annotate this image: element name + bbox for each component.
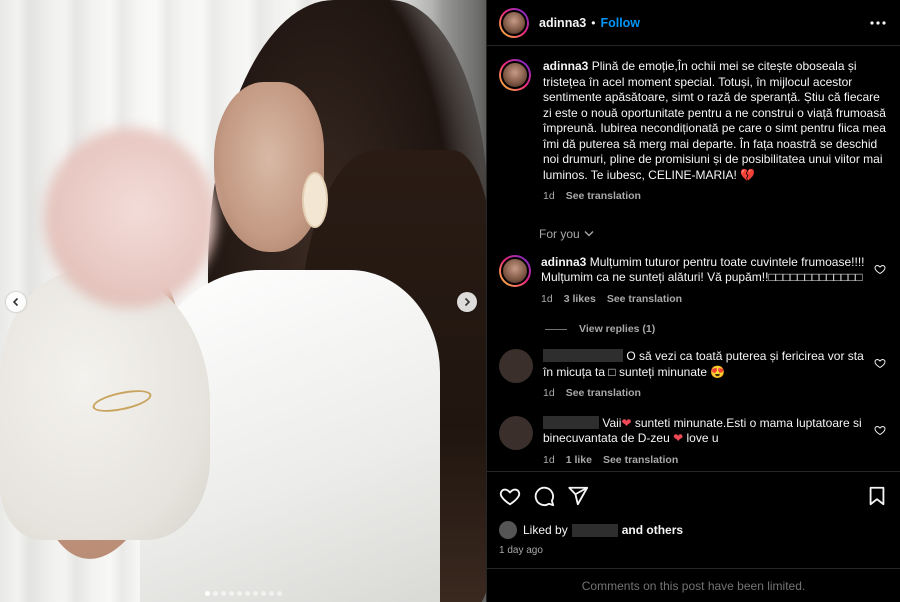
red-heart-emoji: ❤	[673, 431, 684, 445]
comment-username[interactable]: adinna3	[541, 255, 586, 269]
heart-icon[interactable]	[874, 357, 886, 369]
carousel-dot	[252, 591, 258, 596]
liked-by: Liked by and others	[499, 521, 888, 539]
more-icon	[870, 20, 886, 25]
comment-age[interactable]: 1d	[543, 453, 555, 469]
carousel-dot	[228, 591, 234, 596]
comment-text: Mulțumim tuturor pentru toate cuvintele …	[541, 254, 865, 285]
comment-text-start: Vaii	[602, 415, 622, 430]
mother-face	[214, 82, 324, 252]
save-icon[interactable]	[866, 485, 888, 507]
next-slide-button[interactable]	[457, 292, 477, 312]
comment-age[interactable]: 1d	[543, 386, 555, 402]
carousel-dot	[260, 591, 266, 596]
avatar[interactable]	[499, 59, 531, 91]
blurred-baby-face	[44, 128, 216, 308]
post-caption: adinna3 Plină de emoție,În ochii mei se …	[499, 47, 888, 205]
carousel-dot	[268, 591, 274, 596]
avatar[interactable]	[499, 521, 517, 539]
post-photo[interactable]	[0, 0, 486, 602]
heart-icon[interactable]	[874, 424, 886, 436]
comment-item: adinna3 Mulțumim tuturor pentru toate cu…	[499, 254, 888, 308]
chevron-left-icon	[12, 297, 19, 307]
more-options-button[interactable]	[868, 13, 888, 33]
comment-likes[interactable]: 3 likes	[564, 292, 596, 308]
carousel-dot	[204, 591, 210, 596]
post-header: adinna3 • Follow	[487, 0, 900, 46]
chevron-down-icon	[584, 231, 594, 237]
avatar[interactable]	[499, 7, 529, 38]
comment-age[interactable]: 1d	[541, 292, 553, 308]
previous-slide-button[interactable]	[6, 292, 26, 312]
chevron-right-icon	[464, 297, 471, 307]
earring	[302, 172, 328, 228]
carousel-dot	[212, 591, 218, 596]
avatar[interactable]	[499, 349, 533, 383]
post-actions: Liked by and others 1 day ago	[487, 471, 900, 556]
avatar[interactable]	[499, 415, 533, 450]
caption-age[interactable]: 1d	[543, 189, 555, 205]
liked-by-others[interactable]: and others	[622, 523, 683, 537]
carousel-dot	[244, 591, 250, 596]
caption-username[interactable]: adinna3	[543, 59, 588, 73]
comments-section[interactable]: adinna3 Plină de emoție,În ochii mei se …	[487, 47, 900, 470]
carousel-indicator	[0, 591, 486, 596]
post-age[interactable]: 1 day ago	[499, 545, 888, 556]
heart-icon[interactable]	[874, 263, 886, 275]
comment-item: O să vezi ca toată puterea și fericirea …	[499, 349, 888, 402]
avatar[interactable]	[499, 254, 531, 287]
red-heart-emoji: ❤	[621, 415, 632, 430]
see-translation-link[interactable]: See translation	[603, 453, 678, 469]
separator-dot: •	[591, 15, 596, 30]
see-translation-link[interactable]: See translation	[566, 386, 641, 402]
redacted-username	[543, 415, 599, 429]
comments-limited-notice: Comments on this post have been limited.	[487, 568, 900, 602]
liked-by-prefix: Liked by	[523, 523, 568, 537]
comment-likes[interactable]: 1 like	[566, 453, 592, 469]
see-translation-link[interactable]: See translation	[607, 292, 682, 308]
share-icon[interactable]	[567, 485, 589, 507]
post-side-panel: adinna3 • Follow adinna3 Plină de emoție…	[486, 0, 900, 602]
post-author-username[interactable]: adinna3	[539, 16, 586, 30]
comment-text-end: love u	[686, 431, 719, 445]
redacted-username[interactable]	[571, 523, 618, 537]
see-translation-link[interactable]: See translation	[566, 189, 641, 205]
view-replies-button[interactable]: View replies (1)	[545, 323, 888, 335]
redacted-username	[543, 349, 623, 362]
comment-item: Vaii❤ sunteti minunate.Esti o mama lupta…	[499, 415, 888, 469]
caption-text: Plină de emoție,În ochii mei se citește …	[543, 59, 886, 182]
carousel-dot	[220, 591, 226, 596]
carousel-dot	[276, 591, 282, 596]
follow-button[interactable]: Follow	[600, 16, 640, 30]
view-replies-label: View replies (1)	[579, 323, 656, 335]
carousel-dot	[236, 591, 242, 596]
heart-icon[interactable]	[499, 485, 521, 507]
comment-sort-dropdown[interactable]: For you	[539, 227, 888, 241]
post-modal: adinna3 • Follow adinna3 Plină de emoție…	[0, 0, 900, 602]
for-you-label: For you	[539, 226, 580, 241]
comment-icon[interactable]	[533, 485, 555, 507]
